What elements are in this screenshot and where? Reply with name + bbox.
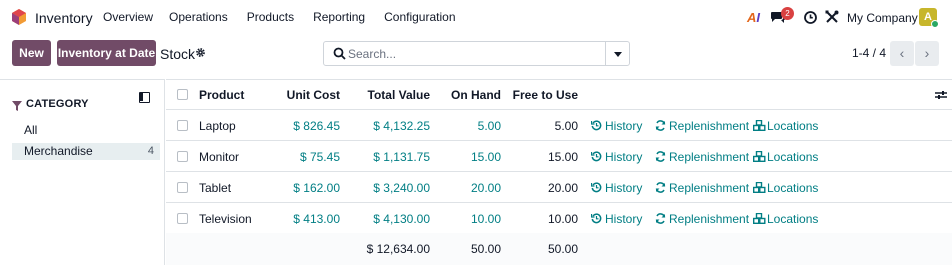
table-header: Product Unit Cost Total Value On Hand Fr… [166,80,952,110]
table-row[interactable]: Monitor $ 75.45 $ 1,131.75 15.00 15.00 H… [166,141,952,172]
replenishment-button[interactable]: Replenishment [655,212,749,226]
search-options-toggle[interactable] [605,42,629,65]
top-navbar: Inventory Overview Operations Products R… [0,0,952,36]
category-heading: CATEGORY [26,98,89,110]
on-hand-qty[interactable]: 20.00 [446,181,501,195]
replenishment-button[interactable]: Replenishment [655,181,749,195]
product-name: Laptop [199,119,236,133]
history-button[interactable]: History [591,181,642,195]
history-icon [591,182,602,193]
main-menu: Overview Operations Products Reporting C… [103,10,475,24]
unit-cost: $ 826.45 [293,119,340,133]
column-total-value[interactable]: Total Value [356,88,430,102]
replenish-icon [655,213,666,224]
menu-reporting[interactable]: Reporting [313,10,365,24]
category-item-merchandise[interactable]: Merchandise 4 [12,143,160,160]
unit-cost: $ 413.00 [293,212,340,226]
locations-icon [753,151,766,162]
on-hand-qty[interactable]: 10.00 [446,212,501,226]
product-name: Monitor [199,150,240,164]
chat-count-badge: 2 [781,7,794,20]
on-hand-sum: 50.00 [470,242,501,256]
inventory-at-date-button[interactable]: Inventory at Date [57,40,156,66]
history-button[interactable]: History [591,212,642,226]
total-value: $ 1,131.75 [373,150,430,164]
locations-icon [753,213,766,224]
product-name: Television [199,212,252,226]
total-value: $ 3,240.00 [373,181,430,195]
table-footer-totals: $ 12,634.00 50.00 50.00 [166,233,952,265]
on-hand-qty[interactable]: 15.00 [446,150,501,164]
product-name: Tablet [199,181,232,195]
app-logo-icon[interactable] [12,9,26,25]
table-row[interactable]: Television $ 413.00 $ 4,130.00 10.00 10.… [166,203,952,234]
row-checkbox[interactable] [177,151,188,162]
replenishment-button[interactable]: Replenishment [655,119,749,133]
select-all-checkbox[interactable] [177,89,188,100]
row-checkbox[interactable] [177,120,188,131]
locations-icon [753,120,766,131]
table-row[interactable]: Laptop $ 826.45 $ 4,132.25 5.00 5.00 His… [166,110,952,141]
replenish-icon [655,182,666,193]
replenish-icon [655,151,666,162]
pager-previous-button[interactable]: ‹ [890,41,914,66]
free-to-use-qty: 20.00 [547,181,578,195]
row-checkbox[interactable] [177,213,188,224]
history-button[interactable]: History [591,150,642,164]
total-value: $ 4,132.25 [373,119,430,133]
category-count: 4 [147,145,154,157]
column-product[interactable]: Product [199,88,244,102]
unit-cost: $ 75.45 [299,150,340,164]
replenishment-button[interactable]: Replenishment [655,150,749,164]
clock-icon[interactable] [804,11,817,24]
table-row[interactable]: Tablet $ 162.00 $ 3,240.00 20.00 20.00 H… [166,172,952,203]
free-to-use-qty: 15.00 [547,150,578,164]
total-value-sum: $ 12,634.00 [366,242,430,256]
stock-list: Product Unit Cost Total Value On Hand Fr… [166,79,952,265]
column-unit-cost[interactable]: Unit Cost [286,88,340,102]
search-bar [323,41,630,66]
row-checkbox[interactable] [177,182,188,193]
history-icon [591,151,602,162]
category-item-all[interactable]: All [24,123,37,137]
category-label: Merchandise [24,144,93,158]
search-input[interactable] [348,45,598,63]
menu-operations[interactable]: Operations [169,10,228,24]
locations-icon [753,182,766,193]
history-icon [591,120,602,131]
presence-status-dot [931,20,939,28]
history-button[interactable]: History [591,119,642,133]
free-to-use-sum: 50.00 [547,242,578,256]
locations-button[interactable]: Locations [753,212,818,226]
locations-button[interactable]: Locations [753,150,818,164]
pager-value[interactable]: 1-4 / 4 [852,46,886,60]
gear-icon[interactable] [195,47,206,58]
page-title: Stock [160,46,196,62]
menu-overview[interactable]: Overview [103,10,153,24]
pager-next-button[interactable]: › [915,41,939,66]
app-name[interactable]: Inventory [35,10,93,26]
unit-cost: $ 162.00 [293,181,340,195]
company-switcher[interactable]: My Company [847,11,918,25]
tools-icon[interactable] [825,10,839,24]
free-to-use-qty: 10.00 [547,212,578,226]
total-value: $ 4,130.00 [373,212,430,226]
new-button[interactable]: New [12,40,51,66]
free-to-use-qty: 5.00 [554,119,578,133]
menu-configuration[interactable]: Configuration [384,10,455,24]
locations-button[interactable]: Locations [753,181,818,195]
search-panel: CATEGORY All Merchandise 4 [0,79,165,265]
adjust-columns-icon[interactable] [935,90,947,100]
ai-icon[interactable]: AI [747,10,760,25]
locations-button[interactable]: Locations [753,119,818,133]
search-icon [333,47,346,60]
column-on-hand[interactable]: On Hand [446,88,501,102]
column-free-to-use[interactable]: Free to Use [511,88,578,102]
on-hand-qty[interactable]: 5.00 [446,119,501,133]
menu-products[interactable]: Products [247,10,294,24]
replenish-icon [655,120,666,131]
history-icon [591,213,602,224]
filter-icon [12,101,22,111]
panel-toggle-icon[interactable] [139,92,150,103]
